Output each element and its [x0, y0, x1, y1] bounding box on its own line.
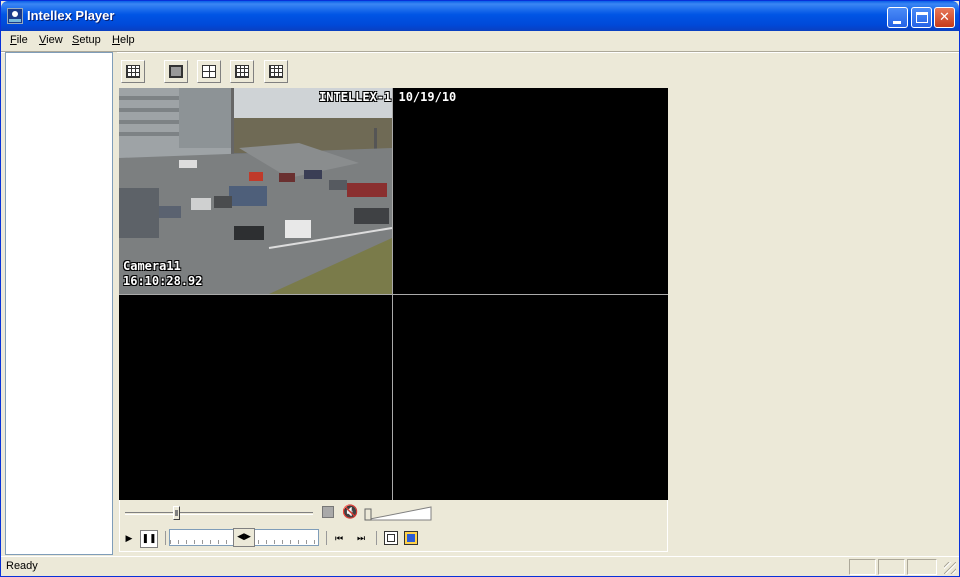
- volume-slider[interactable]: [363, 505, 433, 521]
- minimize-icon: [893, 21, 901, 24]
- picture-icon: [407, 534, 415, 542]
- status-text: Ready: [6, 560, 38, 572]
- camera-tile-1[interactable]: Camera11 16:10:28.92: [119, 88, 392, 294]
- layout-sixteen-button[interactable]: [264, 60, 288, 83]
- pane-splitter[interactable]: [113, 52, 117, 555]
- play-icon: ▶: [125, 534, 133, 544]
- maximize-icon: [916, 12, 928, 23]
- control-separator: [376, 531, 377, 545]
- control-separator: [326, 531, 327, 545]
- speed-slider-track[interactable]: [125, 512, 313, 515]
- document-icon: [387, 534, 395, 542]
- layout-single-button[interactable]: [164, 60, 188, 83]
- close-button[interactable]: ✕: [934, 7, 955, 28]
- status-bar: Ready: [1, 556, 959, 576]
- layout-quad-button[interactable]: [197, 60, 221, 83]
- camera-timestamp-overlay: 16:10:28.92: [123, 274, 203, 288]
- status-panel: [849, 559, 876, 575]
- nine-view-icon: [235, 65, 249, 78]
- custom-layout-icon: [126, 65, 140, 78]
- skip-back-icon: ⏮: [334, 534, 344, 544]
- export-button[interactable]: [384, 531, 398, 545]
- menu-file[interactable]: File: [10, 34, 28, 46]
- pause-button[interactable]: ❚❚: [140, 530, 158, 548]
- stop-square-icon[interactable]: [322, 506, 334, 518]
- speed-slider-thumb[interactable]: [173, 506, 180, 520]
- scrub-arrows-icon: ◀▶: [237, 532, 251, 542]
- play-button[interactable]: ▶: [123, 531, 135, 547]
- status-panel: [907, 559, 937, 575]
- quad-view-icon: [202, 65, 216, 78]
- layout-nine-button[interactable]: [230, 60, 254, 83]
- sixteen-view-icon: [269, 65, 283, 78]
- status-panel: [878, 559, 905, 575]
- close-icon: ✕: [939, 10, 950, 25]
- pause-icon: ❚❚: [141, 534, 157, 544]
- single-view-icon: [169, 65, 183, 78]
- window-title: Intellex Player: [27, 8, 115, 23]
- menu-view[interactable]: View: [39, 34, 63, 46]
- minimize-button[interactable]: [887, 7, 908, 28]
- menu-bar: File View Setup Help: [1, 31, 959, 50]
- resize-grip-icon[interactable]: [944, 562, 956, 574]
- video-grid[interactable]: Camera11 16:10:28.92 INTELLEX-1 10/19/10: [119, 88, 668, 500]
- maximize-button[interactable]: [911, 7, 932, 28]
- layout-custom-button[interactable]: [121, 60, 145, 83]
- camera-tile-3[interactable]: [119, 295, 392, 500]
- camera-name-overlay: Camera11: [123, 259, 181, 273]
- control-separator: [165, 531, 166, 545]
- menu-separator: [1, 51, 959, 53]
- menu-setup[interactable]: Setup: [72, 34, 101, 46]
- skip-back-button[interactable]: ⏮: [331, 531, 347, 547]
- app-icon[interactable]: [7, 8, 23, 24]
- title-bar[interactable]: Intellex Player ✕: [1, 1, 959, 31]
- timeline-scrubber-thumb[interactable]: ◀▶: [233, 528, 255, 547]
- menu-help[interactable]: Help: [112, 34, 135, 46]
- skip-forward-button[interactable]: ⏭: [353, 531, 369, 547]
- camera-tree-pane[interactable]: [5, 52, 113, 555]
- snapshot-button[interactable]: [404, 531, 418, 545]
- app-window: Intellex Player ✕ File View Setup Help C…: [0, 0, 960, 577]
- camera-tile-4[interactable]: [393, 295, 668, 500]
- camera-tile-2[interactable]: [393, 88, 668, 294]
- mute-speaker-icon[interactable]: 🔇: [342, 505, 358, 520]
- skip-forward-icon: ⏭: [356, 534, 366, 544]
